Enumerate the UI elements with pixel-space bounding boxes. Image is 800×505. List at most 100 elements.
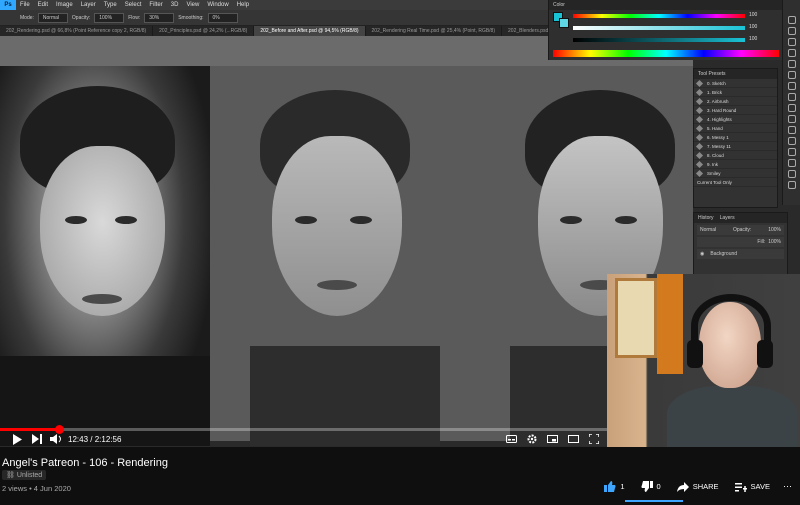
marquee-tool-icon — [787, 27, 796, 35]
sketch-before — [210, 66, 480, 446]
eraser-tool-icon — [787, 126, 796, 134]
photo-face — [40, 146, 165, 316]
brush-icon — [695, 160, 704, 168]
webcam-person-body — [667, 386, 797, 447]
subtitles-icon — [506, 435, 517, 443]
background-color-swatch — [559, 18, 569, 28]
tool-preset-item: 5. Hand — [694, 124, 777, 133]
tool-preset-item: 4. Highlights — [694, 115, 777, 124]
share-label: SHARE — [692, 482, 719, 491]
theater-button[interactable] — [568, 435, 579, 443]
webcam-orange-wall — [657, 274, 683, 374]
sketch-eye-left — [295, 216, 317, 224]
webcam-window — [615, 278, 657, 358]
share-button[interactable]: SHARE — [676, 481, 719, 492]
fullscreen-icon — [589, 434, 599, 444]
menu-view: View — [186, 2, 200, 8]
flow-field: 30% — [144, 12, 175, 23]
blur-tool-icon — [787, 148, 796, 156]
tool-preset-item: 3. Hard Round — [694, 106, 777, 115]
smoothing-label: Smoothing: — [178, 14, 204, 21]
healing-tool-icon — [787, 82, 796, 90]
color-panel-title: Color — [549, 0, 783, 10]
photoshop-document-tabs: 202_Rendering.psd @ 66,8% (Point Referen… — [0, 26, 548, 36]
hue-slider — [573, 14, 745, 18]
photoshop-logo: Ps — [0, 0, 16, 10]
like-ratio-underline — [625, 500, 683, 502]
tab-layers: Layers — [719, 215, 735, 221]
flow-label: Flow: — [128, 14, 141, 21]
volume-button[interactable] — [50, 434, 62, 444]
tool-preset-item: 9. Ink — [694, 160, 777, 169]
video-player[interactable]: Ps File Edit Image Layer Type Select Fil… — [0, 0, 800, 447]
menu-layer: Layer — [80, 2, 96, 8]
eye-icon: ◉ — [700, 251, 705, 257]
mode-field: Normal — [37, 12, 68, 23]
brush-icon — [695, 79, 704, 87]
time-separator: / — [88, 434, 95, 444]
next-icon — [32, 434, 42, 444]
gear-icon — [527, 434, 537, 444]
photoshop-menu-bar: Ps File Edit Image Layer Type Select Fil… — [0, 0, 548, 10]
photo-eye-left — [65, 216, 87, 224]
doc-tab: 202_Rendering.psd @ 66,8% (Point Referen… — [0, 26, 154, 36]
saturation-value: 100 — [749, 24, 758, 30]
photoshop-canvas — [0, 36, 693, 446]
tool-preset-label: 4. Highlights — [707, 116, 732, 122]
thumbs-down-icon — [641, 481, 653, 492]
tool-preset-label: 5. Hand — [707, 125, 723, 131]
blend-mode: Normal — [700, 227, 717, 233]
photo-mouth — [82, 294, 122, 304]
opacity-label: Opacity: — [71, 14, 91, 21]
opacity-field: 100% — [94, 12, 125, 23]
photo-eye-right — [115, 216, 137, 224]
player-controls: 12:43 / 2:12:56 — [0, 431, 607, 447]
fullscreen-button[interactable] — [589, 434, 599, 444]
like-button[interactable]: 1 — [604, 481, 625, 492]
pen-tool-icon — [787, 170, 796, 178]
play-button[interactable] — [12, 433, 22, 445]
dodge-tool-icon — [787, 159, 796, 167]
tool-preset-label: Smiley — [707, 170, 721, 176]
miniplayer-button[interactable] — [547, 435, 558, 443]
brush-icon — [695, 88, 704, 96]
more-icon: ⋯ — [783, 481, 792, 491]
type-tool-icon — [787, 181, 796, 189]
next-button[interactable] — [32, 434, 42, 444]
photoshop-options-bar: Mode: Normal Opacity: 100% Flow: 30% Smo… — [0, 10, 548, 26]
tool-preset-label: 0. Sketch — [707, 80, 726, 86]
lasso-tool-icon — [787, 38, 796, 46]
menu-3d: 3D — [170, 2, 179, 8]
layers-opacity: 100% — [768, 227, 781, 233]
brush-icon — [695, 124, 704, 132]
player-right-controls — [506, 431, 599, 447]
time-display: 12:43 / 2:12:56 — [68, 435, 121, 444]
saturation-slider — [573, 26, 745, 30]
tool-preset-item: 6. Messy 1 — [694, 133, 777, 142]
brightness-value: 100 — [749, 36, 758, 42]
doc-tab: 202_Rendering Real Time.psd @ 25,4% (Poi… — [366, 26, 503, 36]
like-count: 1 — [620, 482, 625, 491]
dislike-button[interactable]: 0 — [641, 481, 661, 492]
menu-window: Window — [207, 2, 229, 8]
share-icon — [676, 481, 689, 492]
more-options-button[interactable]: ⋯ — [783, 481, 792, 492]
tool-preset-item: 0. Sketch — [694, 79, 777, 88]
sketch-mouth — [317, 280, 357, 290]
layers-fill-label: Fill: — [757, 239, 766, 245]
settings-button[interactable] — [527, 434, 537, 444]
time-current: 12:43 — [68, 434, 89, 444]
tool-preset-item: 1. Brick — [694, 88, 777, 97]
tab-history: History — [698, 215, 714, 221]
subtitles-button[interactable] — [506, 435, 517, 443]
menu-filter: Filter — [149, 2, 163, 8]
unlisted-label: Unlisted — [16, 471, 43, 479]
tool-preset-item: Smiley — [694, 169, 777, 178]
photoshop-toolbar — [782, 0, 800, 205]
eyedropper-tool-icon — [787, 71, 796, 79]
current-tool-only-label: Current Tool Only — [697, 179, 732, 185]
save-label: SAVE — [750, 482, 770, 491]
brush-tool-icon — [787, 93, 796, 101]
sketch-eye-right — [615, 216, 637, 224]
save-button[interactable]: SAVE — [734, 482, 770, 492]
